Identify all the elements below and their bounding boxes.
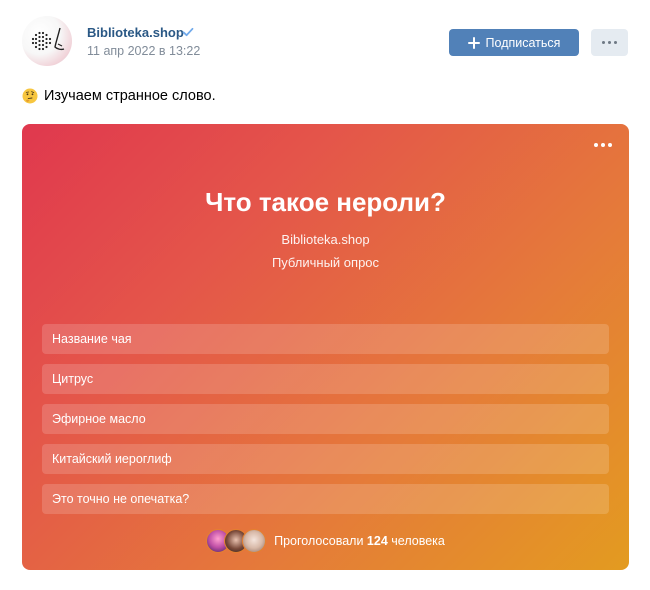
- poll-option-label: Китайский иероглиф: [52, 452, 172, 466]
- more-dots-icon: [602, 41, 617, 44]
- poll-option-label: Это точно не опечатка?: [52, 492, 190, 506]
- post-more-button[interactable]: [591, 29, 628, 56]
- thinking-face-icon: [22, 88, 38, 104]
- subscribe-button[interactable]: Подписаться: [449, 29, 579, 56]
- author-avatar[interactable]: [22, 16, 72, 66]
- post-header: Biblioteka.shop 11 апр 2022 в 13:22 Подп…: [22, 16, 628, 66]
- poll-title: Что такое нероли?: [205, 187, 446, 217]
- plus-icon: [467, 36, 480, 49]
- poll-more-button[interactable]: [594, 143, 612, 147]
- poll-author[interactable]: Biblioteka.shop: [22, 232, 629, 247]
- post-text: Изучаем странное слово.: [22, 88, 216, 104]
- voter-count-text: Проголосовали 124 человека: [274, 534, 445, 548]
- verified-check-icon: [182, 27, 194, 37]
- voter-avatars: [206, 529, 267, 553]
- voter-count: 124: [366, 534, 388, 548]
- avatar-logo-icon: [31, 27, 65, 51]
- poll-option[interactable]: Китайский иероглиф: [42, 444, 609, 474]
- author-name-link[interactable]: Biblioteka.shop: [87, 25, 184, 40]
- poll-option-label: Эфирное масло: [52, 412, 146, 426]
- post-text-content: Изучаем странное слово.: [44, 88, 216, 104]
- poll-option[interactable]: Эфирное масло: [42, 404, 609, 434]
- post-date[interactable]: 11 апр 2022 в 13:22: [87, 44, 200, 58]
- poll-type: Публичный опрос: [271, 255, 380, 270]
- poll-option[interactable]: Цитрус: [42, 364, 609, 394]
- poll-card: Что такое нероли? Biblioteka.shop Публич…: [22, 124, 629, 570]
- poll-option-label: Цитрус: [52, 372, 94, 386]
- voter-avatar: [242, 529, 267, 553]
- poll-option[interactable]: Название чая: [42, 324, 609, 354]
- poll-options: Название чая Цитрус Эфирное масло Китайс…: [42, 324, 609, 524]
- poll-option[interactable]: Это точно не опечатка?: [42, 484, 609, 514]
- poll-more-dots-icon: [594, 143, 612, 147]
- poll-voters[interactable]: Проголосовали 124 человека: [22, 529, 629, 553]
- subscribe-label: Подписаться: [485, 35, 561, 50]
- poll-option-label: Название чая: [52, 332, 132, 346]
